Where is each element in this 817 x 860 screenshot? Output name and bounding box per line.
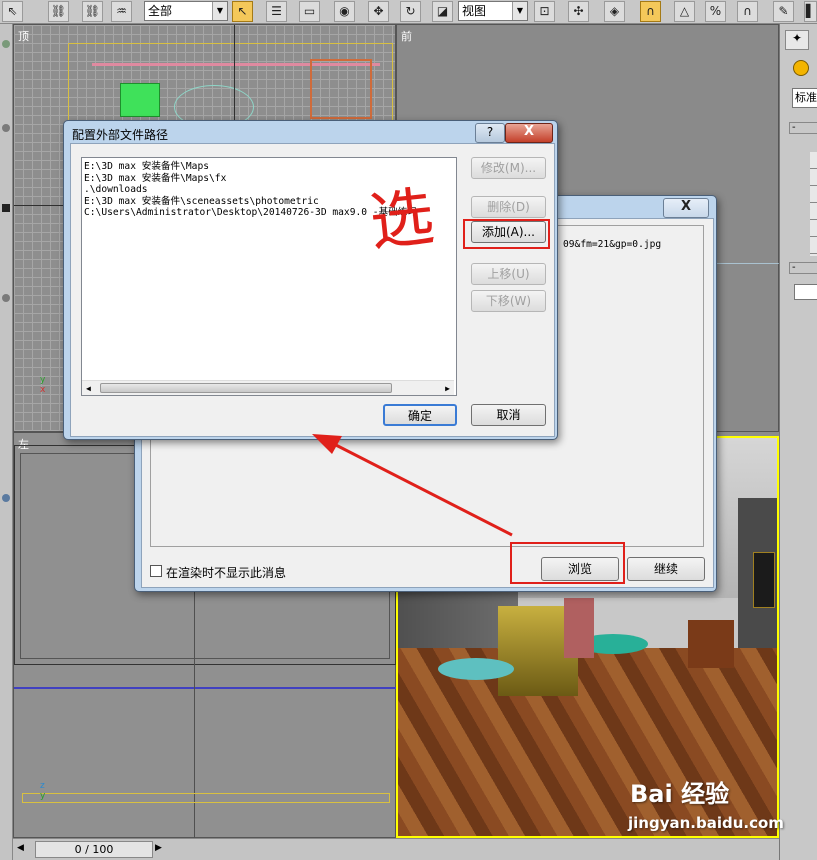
baidu-watermark-logo: Bai 经验: [630, 780, 730, 808]
red-arrow: [312, 434, 513, 537]
watermark-url: jingyan.baidu.com: [628, 814, 784, 832]
